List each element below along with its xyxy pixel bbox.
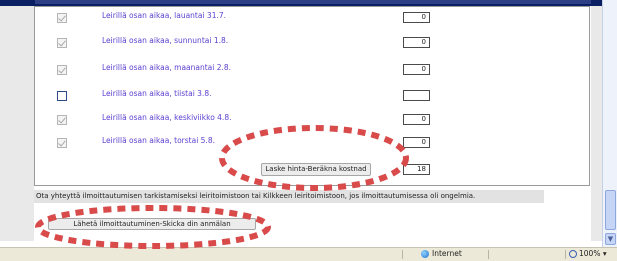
- day-quantity-field[interactable]: 0: [403, 114, 430, 125]
- day-row: Leirillä osan aikaa, keskiviikko 4.8. 0: [35, 112, 589, 132]
- magnifier-icon: [569, 250, 577, 258]
- day-label: Leirillä osan aikaa, maanantai 2.8.: [102, 63, 232, 72]
- send-registration-button[interactable]: Lähetä ilmoittautuminen-Skicka din anmäl…: [48, 218, 256, 230]
- day-checkbox[interactable]: [57, 13, 67, 23]
- page-right-margin: [591, 6, 602, 241]
- zone-label: Internet: [432, 249, 462, 258]
- vertical-scrollbar[interactable]: ▼: [602, 0, 617, 247]
- status-divider: [402, 250, 403, 259]
- zoom-control[interactable]: 100% ▾: [569, 249, 607, 258]
- day-row: Leirillä osan aikaa, tiistai 3.8.: [35, 88, 589, 108]
- contact-info-text: Ota yhteyttä ilmoittautumisen tarkistami…: [34, 190, 544, 203]
- page-left-margin: [0, 6, 34, 241]
- status-divider: [565, 250, 566, 259]
- day-label: Leirillä osan aikaa, lauantai 31.7.: [102, 11, 227, 20]
- day-quantity-field[interactable]: 0: [403, 137, 430, 148]
- day-checkbox[interactable]: [57, 115, 67, 125]
- scrollbar-thumb[interactable]: [605, 190, 616, 230]
- browser-status-bar: Internet 100% ▾: [0, 247, 617, 261]
- day-row: Leirillä osan aikaa, torstai 5.8. 0: [35, 135, 589, 155]
- day-label: Leirillä osan aikaa, tiistai 3.8.: [102, 89, 212, 98]
- zoom-label: 100%: [579, 249, 601, 258]
- page-top-bar-inner: [35, 0, 591, 4]
- day-row: Leirillä osan aikaa, lauantai 31.7. 0: [35, 10, 589, 30]
- browser-viewport: Leirillä osan aikaa, lauantai 31.7. 0 Le…: [0, 0, 602, 247]
- day-checkbox[interactable]: [57, 91, 67, 101]
- day-label: Leirillä osan aikaa, torstai 5.8.: [102, 136, 215, 145]
- status-divider: [488, 250, 489, 259]
- day-checkbox[interactable]: [57, 138, 67, 148]
- day-checkbox[interactable]: [57, 65, 67, 75]
- day-quantity-field[interactable]: 0: [403, 64, 430, 75]
- registration-form-box: Leirillä osan aikaa, lauantai 31.7. 0 Le…: [34, 6, 590, 186]
- globe-icon: [421, 250, 429, 258]
- day-quantity-field[interactable]: 0: [403, 37, 430, 48]
- day-row: Leirillä osan aikaa, sunnuntai 1.8. 0: [35, 35, 589, 55]
- scroll-down-arrow-icon[interactable]: ▼: [605, 233, 616, 245]
- day-label: Leirillä osan aikaa, sunnuntai 1.8.: [102, 36, 229, 45]
- calculate-price-button[interactable]: Laske hinta-Beräkna kostnad: [261, 163, 371, 176]
- security-zone: Internet: [421, 249, 462, 258]
- day-checkbox[interactable]: [57, 38, 67, 48]
- day-label: Leirillä osan aikaa, keskiviikko 4.8.: [102, 113, 232, 122]
- day-quantity-field[interactable]: 0: [403, 12, 430, 23]
- price-result-field: 18: [403, 164, 430, 175]
- day-quantity-field[interactable]: [403, 90, 430, 101]
- day-row: Leirillä osan aikaa, maanantai 2.8. 0: [35, 62, 589, 82]
